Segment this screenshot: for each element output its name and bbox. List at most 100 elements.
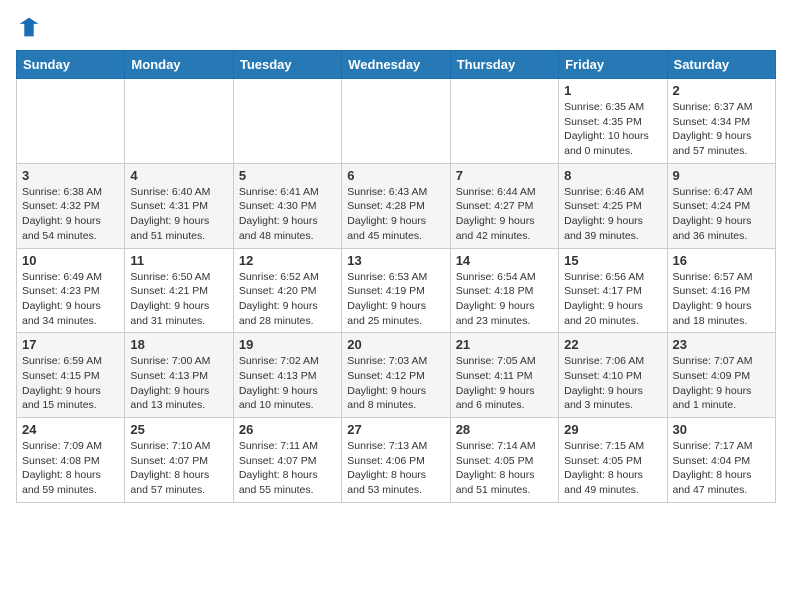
day-number: 18 (130, 337, 227, 352)
calendar-cell: 24 Sunrise: 7:09 AMSunset: 4:08 PMDayligh… (17, 418, 125, 503)
day-info: Sunrise: 7:10 AMSunset: 4:07 PMDaylight:… (130, 439, 227, 498)
calendar-cell: 2 Sunrise: 6:37 AMSunset: 4:34 PMDaylight… (667, 79, 775, 164)
day-number: 15 (564, 253, 661, 268)
day-number: 11 (130, 253, 227, 268)
day-number: 10 (22, 253, 119, 268)
day-number: 4 (130, 168, 227, 183)
calendar-cell: 19 Sunrise: 7:02 AMSunset: 4:13 PMDayligh… (233, 333, 341, 418)
calendar-week-row: 3Sunrise: 6:38 AMSunset: 4:32 PMDaylight… (17, 163, 776, 248)
calendar-cell (233, 79, 341, 164)
calendar-cell: 25 Sunrise: 7:10 AMSunset: 4:07 PMDayligh… (125, 418, 233, 503)
calendar-cell (342, 79, 450, 164)
calendar-cell: 6 Sunrise: 6:43 AMSunset: 4:28 PMDaylight… (342, 163, 450, 248)
logo (16, 16, 40, 40)
calendar-cell: 16Sunrise: 6:57 AMSunset: 4:16 PMDayligh… (667, 248, 775, 333)
calendar-cell: 28 Sunrise: 7:14 AMSunset: 4:05 PMDayligh… (450, 418, 558, 503)
page: SundayMondayTuesdayWednesdayThursdayFrid… (0, 0, 792, 513)
day-number: 23 (673, 337, 770, 352)
day-info: Sunrise: 6:46 AMSunset: 4:25 PMDaylight:… (564, 185, 661, 244)
calendar-cell: 7 Sunrise: 6:44 AMSunset: 4:27 PMDaylight… (450, 163, 558, 248)
day-number: 8 (564, 168, 661, 183)
col-header-tuesday: Tuesday (233, 51, 341, 79)
day-info: Sunrise: 6:47 AMSunset: 4:24 PMDaylight:… (673, 185, 770, 244)
day-number: 30 (673, 422, 770, 437)
col-header-friday: Friday (559, 51, 667, 79)
day-info: Sunrise: 6:54 AMSunset: 4:18 PMDaylight:… (456, 270, 553, 329)
day-number: 12 (239, 253, 336, 268)
day-number: 2 (673, 83, 770, 98)
col-header-thursday: Thursday (450, 51, 558, 79)
calendar-cell: 17Sunrise: 6:59 AMSunset: 4:15 PMDayligh… (17, 333, 125, 418)
day-info: Sunrise: 7:13 AMSunset: 4:06 PMDaylight:… (347, 439, 444, 498)
calendar-cell: 9Sunrise: 6:47 AMSunset: 4:24 PMDaylight… (667, 163, 775, 248)
day-info: Sunrise: 6:56 AMSunset: 4:17 PMDaylight:… (564, 270, 661, 329)
day-info: Sunrise: 6:37 AMSunset: 4:34 PMDaylight:… (673, 100, 770, 159)
calendar-cell: 11 Sunrise: 6:50 AMSunset: 4:21 PMDayligh… (125, 248, 233, 333)
col-header-sunday: Sunday (17, 51, 125, 79)
calendar-table: SundayMondayTuesdayWednesdayThursdayFrid… (16, 50, 776, 503)
day-number: 22 (564, 337, 661, 352)
calendar-cell: 5 Sunrise: 6:41 AMSunset: 4:30 PMDaylight… (233, 163, 341, 248)
calendar-cell: 21 Sunrise: 7:05 AMSunset: 4:11 PMDayligh… (450, 333, 558, 418)
calendar-cell: 23 Sunrise: 7:07 AMSunset: 4:09 PMDayligh… (667, 333, 775, 418)
day-info: Sunrise: 7:02 AMSunset: 4:13 PMDaylight:… (239, 354, 336, 413)
day-number: 25 (130, 422, 227, 437)
calendar-cell: 13Sunrise: 6:53 AMSunset: 4:19 PMDayligh… (342, 248, 450, 333)
day-info: Sunrise: 6:38 AMSunset: 4:32 PMDaylight:… (22, 185, 119, 244)
calendar-cell: 27 Sunrise: 7:13 AMSunset: 4:06 PMDayligh… (342, 418, 450, 503)
day-info: Sunrise: 6:59 AMSunset: 4:15 PMDaylight:… (22, 354, 119, 413)
calendar-cell: 29 Sunrise: 7:15 AMSunset: 4:05 PMDayligh… (559, 418, 667, 503)
day-info: Sunrise: 7:15 AMSunset: 4:05 PMDaylight:… (564, 439, 661, 498)
day-number: 28 (456, 422, 553, 437)
day-info: Sunrise: 6:41 AMSunset: 4:30 PMDaylight:… (239, 185, 336, 244)
calendar-cell: 4 Sunrise: 6:40 AMSunset: 4:31 PMDaylight… (125, 163, 233, 248)
day-number: 26 (239, 422, 336, 437)
calendar-week-row: 1 Sunrise: 6:35 AMSunset: 4:35 PMDaylight… (17, 79, 776, 164)
day-number: 20 (347, 337, 444, 352)
calendar-cell (450, 79, 558, 164)
day-info: Sunrise: 6:40 AMSunset: 4:31 PMDaylight:… (130, 185, 227, 244)
calendar-cell: 14 Sunrise: 6:54 AMSunset: 4:18 PMDayligh… (450, 248, 558, 333)
day-number: 21 (456, 337, 553, 352)
day-number: 13 (347, 253, 444, 268)
col-header-saturday: Saturday (667, 51, 775, 79)
day-number: 27 (347, 422, 444, 437)
calendar-cell: 12 Sunrise: 6:52 AMSunset: 4:20 PMDayligh… (233, 248, 341, 333)
calendar-cell: 1 Sunrise: 6:35 AMSunset: 4:35 PMDaylight… (559, 79, 667, 164)
day-info: Sunrise: 6:57 AMSunset: 4:16 PMDaylight:… (673, 270, 770, 329)
day-number: 5 (239, 168, 336, 183)
day-info: Sunrise: 7:07 AMSunset: 4:09 PMDaylight:… (673, 354, 770, 413)
calendar-week-row: 17Sunrise: 6:59 AMSunset: 4:15 PMDayligh… (17, 333, 776, 418)
header (16, 16, 776, 40)
day-info: Sunrise: 7:06 AMSunset: 4:10 PMDaylight:… (564, 354, 661, 413)
calendar-cell (17, 79, 125, 164)
day-number: 19 (239, 337, 336, 352)
calendar-cell: 3Sunrise: 6:38 AMSunset: 4:32 PMDaylight… (17, 163, 125, 248)
day-info: Sunrise: 6:52 AMSunset: 4:20 PMDaylight:… (239, 270, 336, 329)
day-info: Sunrise: 7:00 AMSunset: 4:13 PMDaylight:… (130, 354, 227, 413)
day-number: 6 (347, 168, 444, 183)
day-number: 29 (564, 422, 661, 437)
day-number: 7 (456, 168, 553, 183)
day-info: Sunrise: 6:44 AMSunset: 4:27 PMDaylight:… (456, 185, 553, 244)
day-info: Sunrise: 7:11 AMSunset: 4:07 PMDaylight:… (239, 439, 336, 498)
calendar-week-row: 10 Sunrise: 6:49 AMSunset: 4:23 PMDayligh… (17, 248, 776, 333)
calendar-cell: 8 Sunrise: 6:46 AMSunset: 4:25 PMDaylight… (559, 163, 667, 248)
calendar-cell: 15 Sunrise: 6:56 AMSunset: 4:17 PMDayligh… (559, 248, 667, 333)
calendar-cell: 20 Sunrise: 7:03 AMSunset: 4:12 PMDayligh… (342, 333, 450, 418)
day-info: Sunrise: 6:50 AMSunset: 4:21 PMDaylight:… (130, 270, 227, 329)
day-number: 14 (456, 253, 553, 268)
day-info: Sunrise: 6:43 AMSunset: 4:28 PMDaylight:… (347, 185, 444, 244)
day-info: Sunrise: 7:09 AMSunset: 4:08 PMDaylight:… (22, 439, 119, 498)
day-info: Sunrise: 7:03 AMSunset: 4:12 PMDaylight:… (347, 354, 444, 413)
day-info: Sunrise: 7:14 AMSunset: 4:05 PMDaylight:… (456, 439, 553, 498)
logo-icon (18, 16, 40, 38)
day-number: 1 (564, 83, 661, 98)
calendar-cell (125, 79, 233, 164)
day-info: Sunrise: 7:17 AMSunset: 4:04 PMDaylight:… (673, 439, 770, 498)
col-header-monday: Monday (125, 51, 233, 79)
day-number: 24 (22, 422, 119, 437)
day-info: Sunrise: 6:49 AMSunset: 4:23 PMDaylight:… (22, 270, 119, 329)
day-info: Sunrise: 6:35 AMSunset: 4:35 PMDaylight:… (564, 100, 661, 159)
day-info: Sunrise: 7:05 AMSunset: 4:11 PMDaylight:… (456, 354, 553, 413)
